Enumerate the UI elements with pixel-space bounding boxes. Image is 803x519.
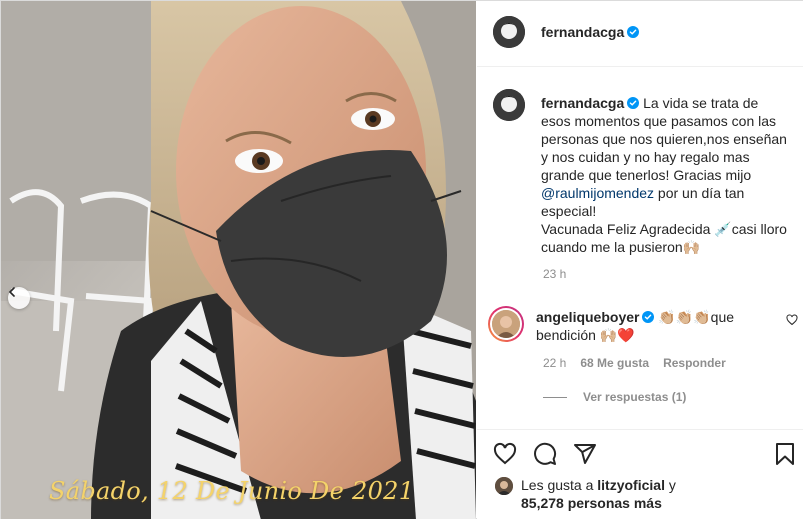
- comment-like-heart-icon[interactable]: [786, 314, 798, 326]
- avatar-image: [493, 89, 525, 121]
- caption-timestamp[interactable]: 23 h: [543, 267, 566, 281]
- caption-line: esos momentos que pasamos con las: [541, 113, 777, 129]
- verified-badge-icon: [627, 97, 640, 109]
- comment-likes-count[interactable]: 68 Me gusta: [580, 356, 649, 370]
- comment-text: angeliqueboyer 👏🏼👏🏼👏🏼que bendición 🙌🏼❤️: [536, 308, 766, 344]
- comment-body: 👏🏼👏🏼👏🏼que: [658, 309, 735, 325]
- selfie-photo-illustration: [1, 1, 476, 519]
- caption-author-avatar[interactable]: [493, 89, 525, 121]
- likes-suffix: y: [664, 477, 676, 493]
- caption-line: grande que tenerlos! Gracias mijo: [541, 167, 752, 183]
- avatar-image: [495, 477, 513, 495]
- caption-line: La vida se trata de: [643, 95, 759, 111]
- mention-link[interactable]: @raulmijomendez: [541, 185, 654, 201]
- share-icon[interactable]: [573, 442, 597, 466]
- author-username[interactable]: fernandacga: [541, 24, 640, 40]
- likes-prefix: Les gusta a: [521, 477, 598, 493]
- bookmark-icon[interactable]: [773, 442, 797, 466]
- chevron-left-icon: [8, 287, 15, 297]
- comment-body: bendición 🙌🏼❤️: [536, 327, 635, 343]
- author-avatar[interactable]: [493, 16, 525, 48]
- reply-button[interactable]: Responder: [663, 356, 726, 370]
- commenter-username[interactable]: angeliqueboyer: [536, 309, 639, 325]
- liker-username[interactable]: litzyoficial: [597, 477, 665, 493]
- verified-badge-icon: [627, 26, 640, 38]
- verified-badge-icon: [642, 311, 655, 323]
- likes-text: Les gusta a litzyoficial y 85,278 person…: [521, 476, 781, 512]
- divider-line: [543, 396, 567, 398]
- post-photo[interactable]: Sábado, 12 De Junio De 2021: [1, 1, 476, 519]
- caption-line: cuando me la pusieron🙌🏼: [541, 239, 701, 255]
- caption-line: y nos cuidan y no hay regalo mas: [541, 149, 750, 165]
- caption-author-username[interactable]: fernandacga: [541, 95, 624, 111]
- caption-text: fernandacga La vida se trata de esos mom…: [541, 94, 803, 256]
- view-replies-label: Ver respuestas (1): [583, 390, 687, 404]
- instagram-post: Sábado, 12 De Junio De 2021 fernandacga: [0, 0, 803, 519]
- comment-icon[interactable]: [533, 442, 557, 466]
- liker-avatar[interactable]: [495, 477, 513, 495]
- caption-line: por un día tan: [654, 185, 745, 201]
- avatar-image: [493, 16, 525, 48]
- post-header: fernandacga: [477, 1, 803, 67]
- heart-icon[interactable]: [493, 442, 517, 466]
- comment-meta: 22 h 68 Me gusta Responder: [543, 356, 740, 370]
- avatar-image: [492, 310, 520, 338]
- view-replies-button[interactable]: Ver respuestas (1): [543, 390, 686, 404]
- likes-count[interactable]: 85,278 personas más: [521, 495, 662, 511]
- caption-line: Vacunada Feliz Agradecida 💉casi lloro: [541, 221, 787, 237]
- commenter-avatar[interactable]: [488, 306, 524, 342]
- carousel-prev-button[interactable]: [8, 287, 30, 309]
- caption-line: especial!: [541, 203, 597, 219]
- caption-line: personas que nos quieren,nos enseñan: [541, 131, 787, 147]
- comment-timestamp[interactable]: 22 h: [543, 356, 566, 370]
- date-overlay-text: Sábado, 12 De Junio De 2021: [49, 477, 415, 505]
- author-username-text: fernandacga: [541, 24, 625, 40]
